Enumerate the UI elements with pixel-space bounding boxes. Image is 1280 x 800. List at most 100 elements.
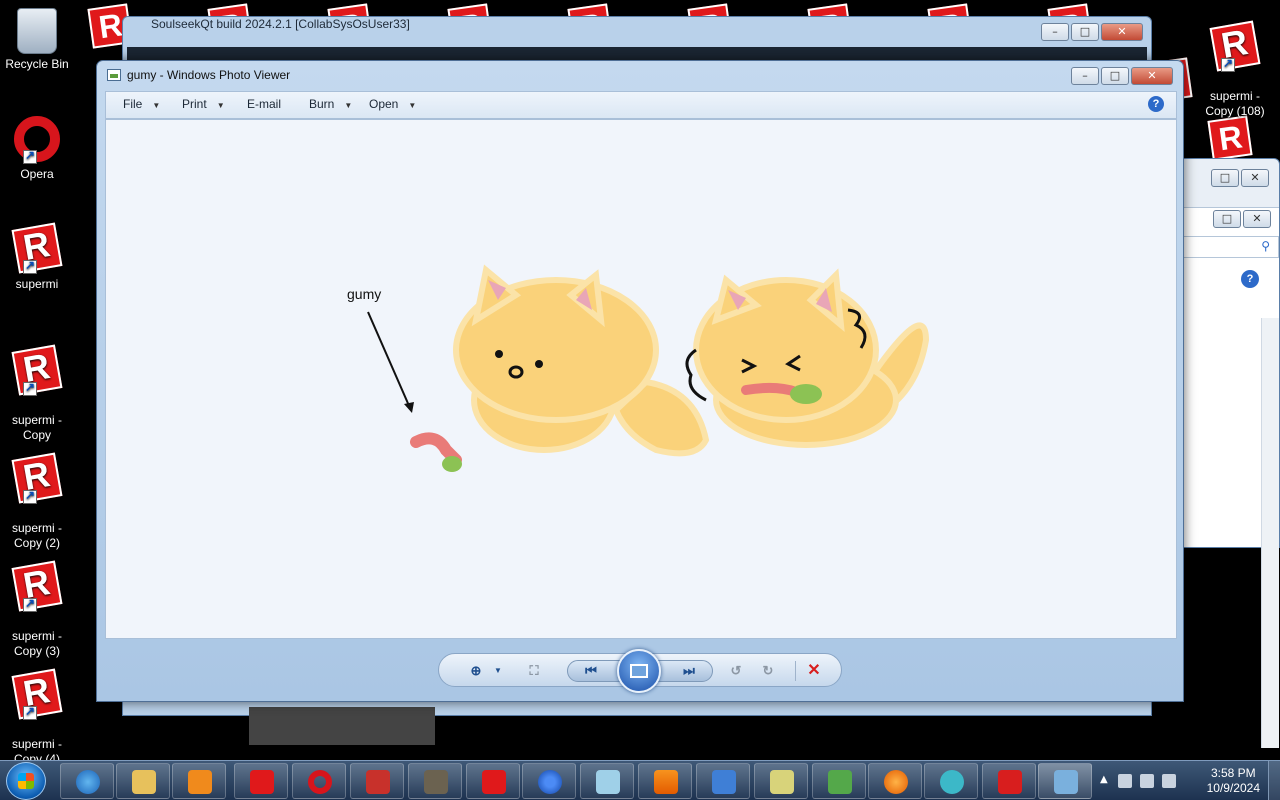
chevron-down-icon[interactable]: ▼ xyxy=(487,661,509,681)
firefox-icon xyxy=(884,770,908,794)
arrow-line xyxy=(367,311,411,409)
media-player-icon xyxy=(188,770,212,794)
photo-viewer-window[interactable]: gumy - Windows Photo Viewer – □ ✕ File ▼ … xyxy=(96,60,1184,702)
roblox-icon xyxy=(11,560,63,612)
supermi-shortcut[interactable]: supermi xyxy=(2,222,72,292)
window-controls: □ ✕ xyxy=(1211,169,1269,187)
cat-left-eye xyxy=(535,360,543,368)
app-icon xyxy=(940,770,964,794)
network-icon[interactable] xyxy=(1140,774,1154,788)
volume-icon[interactable] xyxy=(1162,774,1176,788)
chevron-down-icon: ▼ xyxy=(216,101,225,110)
maximize-button[interactable]: □ xyxy=(1101,67,1129,85)
taskbar-firefox[interactable] xyxy=(868,763,922,799)
taskbar-soulseek[interactable] xyxy=(696,763,750,799)
slideshow-button[interactable] xyxy=(617,649,661,693)
recycle-bin-icon[interactable]: Recycle Bin xyxy=(2,8,72,72)
actual-size-icon[interactable]: ⛶ xyxy=(523,661,545,681)
opera-icon xyxy=(13,116,61,164)
notepad-icon xyxy=(596,770,620,794)
taskbar-internet-explorer[interactable] xyxy=(60,763,114,799)
taskbar-app[interactable] xyxy=(924,763,978,799)
opera-icon xyxy=(308,770,332,794)
roblox-icon xyxy=(482,770,506,794)
internet-explorer-icon xyxy=(76,770,100,794)
taskbar-photo-viewer[interactable] xyxy=(1038,763,1092,799)
zoom-icon[interactable]: ⊕ xyxy=(465,661,487,681)
supermi-copy-3-shortcut[interactable]: supermi - Copy (3) xyxy=(2,548,72,673)
chevron-down-icon: ▼ xyxy=(408,101,417,110)
arrow-head xyxy=(404,402,414,413)
supermi-copy-108-shortcut[interactable]: supermi - Copy (108) xyxy=(1200,8,1270,133)
menu-burn[interactable]: Burn ▼ xyxy=(309,97,352,111)
minimize-button[interactable]: – xyxy=(1071,67,1099,85)
help-icon[interactable]: ? xyxy=(1241,270,1259,288)
previous-icon[interactable]: ⏮ xyxy=(580,661,602,681)
taskbar-notepad[interactable] xyxy=(580,763,634,799)
taskbar-opera[interactable] xyxy=(292,763,346,799)
trash-icon xyxy=(17,8,57,54)
desktop-icon-label: supermi - Copy (108) xyxy=(1205,89,1265,118)
clock[interactable]: 3:58 PM 10/9/2024 xyxy=(1207,766,1260,796)
show-hidden-icons[interactable]: ▲ xyxy=(1100,774,1108,785)
taskbar: ▲ 3:58 PM 10/9/2024 xyxy=(0,760,1280,800)
flag-icon[interactable] xyxy=(1118,774,1132,788)
taskbar-avira[interactable] xyxy=(982,763,1036,799)
supermi-copy-shortcut[interactable]: supermi - Copy xyxy=(2,332,72,457)
taskbar-gimp[interactable] xyxy=(408,763,462,799)
minimize-button[interactable]: – xyxy=(1041,23,1069,41)
window-controls: – □ ✕ xyxy=(1041,23,1143,41)
system-tray: ▲ 3:58 PM 10/9/2024 xyxy=(1094,761,1280,800)
show-desktop-button[interactable] xyxy=(1268,761,1280,800)
chrome-icon xyxy=(538,770,562,794)
panel-dark xyxy=(249,707,435,745)
desktop-icon-label: supermi - Copy (4) xyxy=(11,737,62,760)
taskbar-toolbox[interactable] xyxy=(350,763,404,799)
close-button[interactable]: ✕ xyxy=(1241,169,1269,187)
soulseek-icon xyxy=(712,770,736,794)
gimp-icon xyxy=(424,770,448,794)
taskbar-vlc[interactable] xyxy=(638,763,692,799)
taskbar-tool[interactable] xyxy=(754,763,808,799)
maximize-button[interactable]: □ xyxy=(1211,169,1239,187)
close-button[interactable]: ✕ xyxy=(1131,67,1173,85)
rotate-clockwise-icon[interactable]: ↻ xyxy=(757,661,779,681)
delete-icon[interactable]: ✕ xyxy=(803,661,825,681)
desktop-icon-label: supermi - Copy xyxy=(11,413,62,442)
window-title: gumy - Windows Photo Viewer xyxy=(127,68,291,82)
menu-email[interactable]: E-mail xyxy=(247,97,281,111)
supermi-copy-2-shortcut[interactable]: supermi - Copy (2) xyxy=(2,440,72,565)
taskbar-explorer[interactable] xyxy=(116,763,170,799)
start-button[interactable] xyxy=(6,762,46,800)
taskbar-media-player[interactable] xyxy=(172,763,226,799)
help-icon[interactable]: ? xyxy=(1148,96,1164,112)
taskbar-roblox-studio[interactable] xyxy=(466,763,520,799)
clock-date: 10/9/2024 xyxy=(1206,781,1260,795)
taskbar-chrome[interactable] xyxy=(522,763,576,799)
roblox-icon xyxy=(11,222,63,274)
title-bar[interactable]: gumy - Windows Photo Viewer – □ ✕ xyxy=(97,61,1183,91)
taskbar-roblox[interactable] xyxy=(234,763,288,799)
maximize-button[interactable]: □ xyxy=(1071,23,1099,41)
messenger-icon xyxy=(828,770,852,794)
photo-viewer-icon xyxy=(107,69,121,81)
gummy-in-mouth-end xyxy=(790,384,822,404)
close-button[interactable]: ✕ xyxy=(1101,23,1143,41)
command-bar: File ▼ Print ▼ E-mail Burn ▼ Open ▼ ? xyxy=(105,91,1177,119)
menu-print[interactable]: Print ▼ xyxy=(182,97,225,111)
rotate-counterclockwise-icon[interactable]: ↺ xyxy=(725,661,747,681)
gummy-in-mouth xyxy=(741,382,801,397)
maximize-button[interactable]: □ xyxy=(1213,210,1241,228)
scrollbar[interactable] xyxy=(1261,318,1279,748)
supermi-copy-4-shortcut[interactable]: supermi - Copy (4) xyxy=(2,656,72,760)
search-icon: ⚲ xyxy=(1261,239,1270,253)
menu-open[interactable]: Open ▼ xyxy=(369,97,416,111)
opera-shortcut[interactable]: Opera xyxy=(2,116,72,182)
close-button[interactable]: ✕ xyxy=(1243,210,1271,228)
desktop-icon-label: Recycle Bin xyxy=(5,57,69,71)
window-title: SoulseekQt build 2024.2.1 [CollabSysOsUs… xyxy=(151,17,410,31)
menu-file[interactable]: File ▼ xyxy=(123,97,160,111)
taskbar-messenger[interactable] xyxy=(812,763,866,799)
vlc-icon xyxy=(654,770,678,794)
next-icon[interactable]: ⏭ xyxy=(678,661,700,681)
